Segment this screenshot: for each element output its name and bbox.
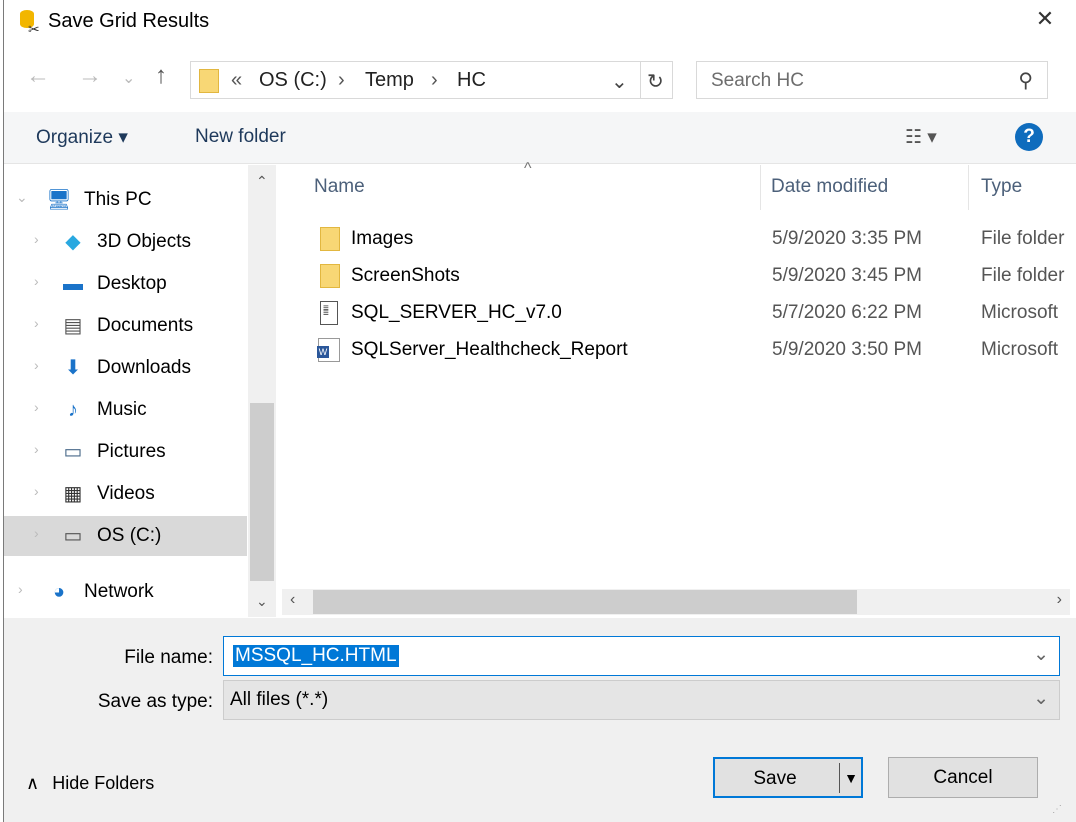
up-button[interactable]: ↑	[155, 62, 167, 90]
address-overflow[interactable]: «	[231, 69, 242, 92]
breadcrumb-os[interactable]: OS (C:)	[259, 69, 327, 92]
file-type: Microsoft	[981, 339, 1059, 360]
recent-locations-button[interactable]: ⌄	[122, 68, 135, 88]
folder-icon	[320, 227, 340, 251]
refresh-button[interactable]: ↻	[647, 69, 664, 94]
address-dropdown[interactable]: ⌄	[611, 69, 628, 94]
breadcrumb-hc[interactable]: HC	[457, 69, 486, 92]
file-date: 5/9/2020 3:45 PM	[772, 265, 922, 286]
tree-item-this-pc[interactable]: ⌄ 🖥 This PC	[4, 180, 247, 220]
music-icon: ♪	[68, 399, 78, 421]
video-icon: ▦	[63, 483, 83, 505]
breadcrumb-separator[interactable]: ›	[431, 69, 438, 92]
file-name-input[interactable]: MSSQL_HC.HTML ⌄	[223, 636, 1060, 676]
navigation-pane: ⌄ 🖥 This PC › ◆ 3D Objects › ▬ Desktop › ▤ Docum…	[4, 165, 248, 617]
chevron-down-icon[interactable]: ⌄	[1033, 643, 1049, 666]
file-row[interactable]: ≡ ≡ SQL_SERVER_HC_v7.0 5/7/2020 6:22 PM Micr…	[310, 295, 1070, 331]
network-icon: ◕	[52, 581, 66, 603]
file-name-label: File name:	[124, 647, 213, 668]
new-folder-button[interactable]: New folder	[195, 126, 286, 148]
tree-item-label: Pictures	[97, 441, 166, 462]
close-button[interactable]: ✕	[1030, 6, 1060, 32]
pictures-icon: ▭	[63, 441, 83, 463]
breadcrumb-separator[interactable]: ›	[338, 69, 345, 92]
scrollbar-thumb[interactable]	[250, 403, 274, 581]
folder-icon	[199, 69, 219, 93]
tree-item-music[interactable]: › ♪ Music	[4, 390, 247, 430]
column-header-name[interactable]: Name	[314, 176, 365, 198]
tree-item-downloads[interactable]: › ⬇ Downloads	[4, 348, 247, 388]
organize-button[interactable]: Organize ▾	[36, 126, 128, 149]
tree-item-label: This PC	[84, 189, 152, 210]
folder-icon	[320, 264, 340, 288]
help-button[interactable]: ?	[1015, 123, 1043, 151]
file-date: 5/9/2020 3:50 PM	[772, 339, 922, 360]
tree-item-desktop[interactable]: › ▬ Desktop	[4, 264, 247, 304]
script-file-icon: ≡ ≡	[320, 301, 338, 325]
tree-item-videos[interactable]: › ▦ Videos	[4, 474, 247, 514]
tree-item-label: Videos	[97, 483, 155, 504]
app-icon: ✂	[18, 9, 44, 37]
column-header-date[interactable]: Date modified	[771, 176, 888, 198]
save-button[interactable]: Save ▼	[713, 757, 863, 798]
download-icon: ⬇	[64, 357, 82, 379]
document-icon: ▤	[63, 315, 83, 337]
file-name: SQL_SERVER_HC_v7.0	[351, 302, 562, 323]
column-header-type[interactable]: Type	[981, 176, 1022, 198]
tree-item-3d-objects[interactable]: › ◆ 3D Objects	[4, 222, 247, 262]
tree-item-label: Downloads	[97, 357, 191, 378]
view-options-button[interactable]: ☷ ▾	[905, 126, 937, 149]
drive-icon: ▭	[63, 525, 83, 547]
tree-item-label: Network	[84, 581, 154, 602]
cube-icon: ◆	[65, 231, 81, 253]
file-name: SQLServer_Healthcheck_Report	[351, 339, 628, 360]
back-button[interactable]: ←	[26, 62, 50, 90]
file-type: File folder	[981, 228, 1065, 249]
file-name: Images	[351, 228, 414, 249]
word-doc-icon: W	[317, 338, 340, 362]
chevron-down-icon[interactable]: ⌄	[1033, 687, 1049, 710]
save-as-type-select[interactable]: All files (*.*) ⌄	[223, 680, 1060, 720]
desktop-icon: ▬	[63, 273, 83, 295]
tree-item-label: Music	[97, 399, 147, 420]
save-as-type-value: All files (*.*)	[230, 689, 329, 710]
breadcrumb-temp[interactable]: Temp	[365, 69, 414, 92]
save-as-type-label: Save as type:	[97, 691, 213, 712]
tree-item-label: 3D Objects	[97, 231, 191, 252]
file-list-hscrollbar[interactable]: ‹ ›	[282, 589, 1070, 615]
save-dropdown-arrow-icon[interactable]: ▼	[841, 759, 861, 798]
window-title: Save Grid Results	[48, 10, 210, 32]
tree-item-label: Desktop	[97, 273, 167, 294]
search-icon[interactable]: ⚲	[1018, 68, 1033, 93]
tree-item-documents[interactable]: › ▤ Documents	[4, 306, 247, 346]
forward-button[interactable]: →	[78, 62, 102, 90]
tree-item-network[interactable]: › ◕ Network	[4, 572, 247, 612]
computer-icon: 🖥	[46, 189, 72, 211]
hide-folders-label: Hide Folders	[52, 773, 155, 793]
sort-indicator-icon: ^	[524, 160, 532, 177]
search-placeholder: Search HC	[711, 70, 804, 91]
file-date: 5/7/2020 6:22 PM	[772, 302, 922, 323]
search-input[interactable]: Search HC ⚲	[696, 61, 1048, 99]
resize-grip-icon[interactable]: ⋰	[1052, 804, 1062, 815]
file-date: 5/9/2020 3:35 PM	[772, 228, 922, 249]
file-type: File folder	[981, 265, 1065, 286]
hide-folders-button[interactable]: ∧ Hide Folders	[26, 773, 154, 794]
file-row[interactable]: ScreenShots 5/9/2020 3:45 PM File folder	[310, 258, 1070, 294]
file-name: ScreenShots	[351, 265, 460, 286]
save-label: Save	[753, 768, 797, 789]
chevron-up-icon: ∧	[26, 773, 40, 793]
tree-scrollbar[interactable]: ⌃ ⌄	[248, 165, 276, 617]
file-row[interactable]: W SQLServer_Healthcheck_Report 5/9/2020 3:…	[310, 332, 1070, 368]
cancel-button[interactable]: Cancel	[888, 757, 1038, 798]
tree-item-pictures[interactable]: › ▭ Pictures	[4, 432, 247, 472]
tree-item-label: Documents	[97, 315, 194, 336]
file-type: Microsoft	[981, 302, 1059, 323]
scrollbar-thumb[interactable]	[313, 590, 857, 614]
file-row[interactable]: Images 5/9/2020 3:35 PM File folder	[310, 221, 1070, 257]
address-bar[interactable]: « OS (C:) › Temp › HC ⌄ ↻	[190, 61, 673, 99]
tree-item-os-c[interactable]: › ▭ OS (C:)	[4, 516, 247, 556]
file-name-value: MSSQL_HC.HTML	[233, 645, 399, 667]
tree-item-label: OS (C:)	[97, 525, 162, 546]
